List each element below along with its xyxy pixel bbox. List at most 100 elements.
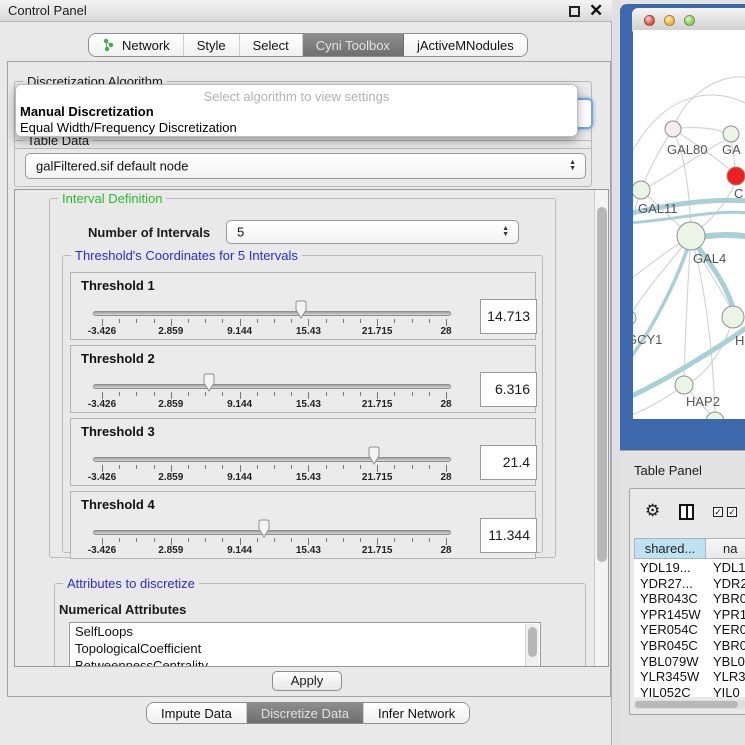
table-row[interactable]: YBR043CYBR0 [634, 591, 745, 607]
tab-cyni-toolbox[interactable]: Cyni Toolbox [303, 34, 404, 56]
network-canvas[interactable]: GAL80GACGAL11GAL4GCY1HHAP2 [633, 30, 745, 419]
slider-track[interactable] [93, 457, 451, 462]
minimize-traffic-light[interactable] [664, 15, 675, 26]
threshold-value-field[interactable]: 21.4 [480, 445, 537, 480]
gear-icon[interactable]: ⚙ [645, 502, 660, 519]
network-window-titlebar[interactable] [632, 8, 745, 32]
tab-discretize-data[interactable]: Discretize Data [247, 703, 364, 723]
slider-tick [446, 392, 447, 399]
attributes-scrollbar[interactable] [525, 624, 539, 667]
attribute-item[interactable]: SelfLoops [70, 623, 540, 640]
tab-label: Style [197, 38, 226, 53]
tab-style[interactable]: Style [184, 34, 240, 56]
slider-thumb[interactable] [293, 300, 309, 320]
checkbox-icon[interactable]: ✓ [713, 507, 723, 517]
attribute-item[interactable]: TopologicalCoefficient [70, 640, 540, 657]
slider-tick [274, 392, 275, 396]
table-row[interactable]: YDR27...YDR2 [634, 576, 745, 592]
table-row[interactable]: YLR345WYLR3 [634, 669, 745, 685]
table-scrollbar-thumb[interactable] [635, 701, 738, 708]
split-pane-divider[interactable] [613, 0, 620, 745]
slider-tick [446, 319, 447, 326]
node-label: GAL11 [638, 201, 678, 216]
close-icon[interactable]: ✕ [589, 0, 603, 22]
close-traffic-light[interactable] [644, 15, 655, 26]
network-node[interactable] [633, 311, 636, 325]
slider-tick [188, 465, 189, 469]
slider-tick-label: 28 [416, 472, 476, 483]
slider-tick-label: 21.715 [347, 472, 407, 483]
threshold-value-field[interactable]: 14.713 [480, 299, 537, 334]
table-row[interactable]: YBR045C YBR0 [634, 638, 745, 654]
table-row[interactable]: YDL19...YDL1 [634, 560, 745, 576]
split-columns-icon[interactable] [679, 504, 694, 520]
slider-thumb[interactable] [201, 373, 217, 393]
slider-tick [154, 465, 155, 469]
column-header-2[interactable]: na [706, 538, 745, 559]
table-header-row: shared...na [634, 538, 745, 559]
slider-track[interactable] [93, 384, 451, 389]
slider-thumb[interactable] [256, 519, 272, 539]
table-row[interactable]: YIL052CYIL0 [634, 685, 745, 697]
slider-tick [377, 465, 378, 472]
network-node[interactable] [722, 306, 744, 328]
slider-tick-label: 15.43 [278, 472, 338, 483]
slider-tick-label: 21.715 [347, 326, 407, 337]
table-data-combobox[interactable]: galFiltered.sif default node ▲▼ [25, 153, 586, 179]
table-rows: YDL19...YDL1YDR27...YDR2YBR043CYBR0YPR14… [634, 559, 745, 697]
attribute-item[interactable]: BetweennessCentrality [70, 657, 540, 667]
threshold-value-field[interactable]: 6.316 [480, 372, 537, 407]
cell-name: YBR0 [713, 638, 745, 653]
network-node[interactable] [675, 376, 693, 394]
cell-shared-name: YER054C [640, 622, 698, 637]
float-window-icon[interactable] [569, 6, 580, 17]
tab-impute-data[interactable]: Impute Data [147, 703, 247, 723]
table-row[interactable]: YER054C YER0 [634, 622, 745, 638]
algorithm-option[interactable]: Manual Discretization [20, 104, 154, 119]
threshold-panel: Threshold 3-3.4262.8599.14415.4321.71528… [70, 418, 536, 486]
attributes-scrollbar-thumb[interactable] [528, 627, 537, 657]
network-node[interactable] [677, 222, 705, 250]
slider-thumb[interactable] [366, 446, 382, 466]
cell-shared-name: YBR045C [640, 638, 698, 653]
tab-select[interactable]: Select [240, 34, 303, 56]
number-of-intervals-combobox[interactable]: 5 ▲▼ [226, 220, 519, 244]
slider-tick [343, 319, 344, 323]
cell-name: YBR0 [713, 591, 745, 606]
network-node[interactable] [665, 121, 681, 137]
slider-tick [136, 319, 137, 323]
slider-tick [257, 392, 258, 396]
slider-tick [412, 465, 413, 469]
network-graph[interactable]: GAL80GACGAL11GAL4GCY1HHAP2 [633, 30, 745, 419]
apply-button[interactable]: Apply [272, 671, 342, 691]
slider-track[interactable] [93, 311, 451, 316]
slider-tick [171, 319, 172, 326]
network-node[interactable] [723, 126, 739, 142]
table-row[interactable]: YBL079WYBL0 [634, 654, 745, 670]
network-edge [673, 77, 745, 129]
tab-network[interactable]: Network [89, 34, 184, 56]
settings-scrollbar-thumb[interactable] [597, 207, 607, 562]
slider-track[interactable] [93, 530, 451, 535]
column-header-1[interactable]: shared... [634, 538, 706, 559]
slider-tick [136, 392, 137, 396]
table-horizontal-scrollbar[interactable] [634, 700, 745, 709]
slider-tick [240, 319, 241, 326]
control-panel-title: Control Panel [8, 3, 87, 18]
algorithm-option[interactable]: Equal Width/Frequency Discretization [20, 120, 237, 135]
tab-infer-network[interactable]: Infer Network [364, 703, 469, 723]
threshold-value-field[interactable]: 11.344 [480, 518, 537, 553]
checkbox-icon[interactable]: ✓ [727, 507, 737, 517]
tab-label: Select [253, 38, 289, 53]
settings-vertical-scrollbar[interactable] [594, 190, 609, 666]
network-node[interactable] [633, 181, 650, 199]
tab-jactivemnodules[interactable]: jActiveMNodules [404, 34, 527, 56]
table-row[interactable]: YPR145WYPR1 [634, 607, 745, 623]
node-label: C [734, 186, 743, 201]
slider-tick [222, 392, 223, 396]
cell-name: YER0 [713, 622, 745, 637]
zoom-traffic-light[interactable] [684, 15, 695, 26]
numerical-attributes-list[interactable]: SelfLoopsTopologicalCoefficientBetweenne… [69, 622, 541, 667]
network-node[interactable] [727, 167, 745, 185]
slider-tick [119, 538, 120, 542]
